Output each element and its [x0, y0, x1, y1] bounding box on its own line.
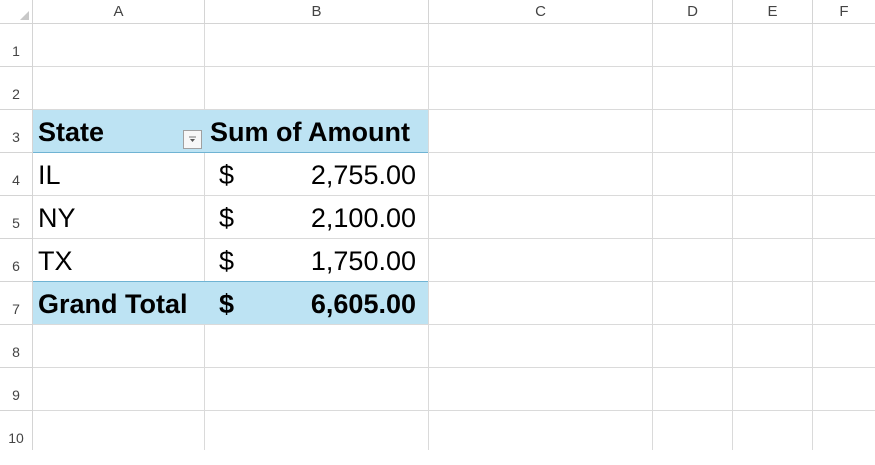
- column-header-b[interactable]: B: [205, 0, 429, 24]
- pivot-row-currency[interactable]: $: [219, 162, 234, 189]
- pivot-row-currency[interactable]: $: [219, 248, 234, 275]
- row-labels-filter-button[interactable]: [183, 130, 202, 149]
- gridline: [33, 195, 875, 196]
- column-header-f[interactable]: F: [813, 0, 875, 24]
- row-header-6[interactable]: 6: [0, 239, 33, 282]
- pivot-row-amount[interactable]: 2,100.00: [311, 205, 416, 232]
- column-header-row: A B C D E F: [0, 0, 875, 24]
- row-header-3[interactable]: 3: [0, 110, 33, 153]
- pivot-header-sum-of-amount[interactable]: Sum of Amount: [210, 119, 410, 146]
- spreadsheet: A B C D E F 1 2 3 4 5 6 7 8 9 10 State S…: [0, 0, 875, 450]
- gridline: [428, 24, 429, 450]
- gridline: [33, 324, 875, 325]
- gridline: [33, 410, 875, 411]
- pivot-total-rule: [33, 281, 428, 282]
- row-header-5[interactable]: 5: [0, 196, 33, 239]
- row-header-9[interactable]: 9: [0, 368, 33, 411]
- row-header-1[interactable]: 1: [0, 24, 33, 67]
- column-header-e[interactable]: E: [733, 0, 813, 24]
- gridline: [33, 238, 875, 239]
- grand-total-amount[interactable]: 6,605.00: [311, 291, 416, 318]
- grand-total-currency[interactable]: $: [219, 291, 234, 318]
- pivot-header-rule: [33, 152, 428, 153]
- gridline: [652, 24, 653, 450]
- row-header-2[interactable]: 2: [0, 67, 33, 110]
- select-all-triangle-icon: [20, 11, 29, 20]
- gridline: [33, 66, 875, 67]
- column-header-d[interactable]: D: [653, 0, 733, 24]
- pivot-row-state[interactable]: IL: [38, 162, 61, 189]
- dropdown-filter-icon: [189, 136, 196, 142]
- row-header-7[interactable]: 7: [0, 282, 33, 325]
- pivot-row-amount[interactable]: 1,750.00: [311, 248, 416, 275]
- pivot-row-amount[interactable]: 2,755.00: [311, 162, 416, 189]
- pivot-row-currency[interactable]: $: [219, 205, 234, 232]
- pivot-row-state[interactable]: NY: [38, 205, 76, 232]
- row-header-4[interactable]: 4: [0, 153, 33, 196]
- row-header-10[interactable]: 10: [0, 411, 33, 450]
- column-header-a[interactable]: A: [33, 0, 205, 24]
- column-header-c[interactable]: C: [429, 0, 653, 24]
- gridline: [732, 24, 733, 450]
- pivot-header-state[interactable]: State: [38, 119, 104, 146]
- pivot-row-state[interactable]: TX: [38, 248, 73, 275]
- grand-total-label[interactable]: Grand Total: [38, 291, 188, 318]
- select-all-corner[interactable]: [0, 0, 33, 24]
- gridline: [33, 367, 875, 368]
- gridline: [812, 24, 813, 450]
- gridline: [204, 24, 205, 450]
- row-header-8[interactable]: 8: [0, 325, 33, 368]
